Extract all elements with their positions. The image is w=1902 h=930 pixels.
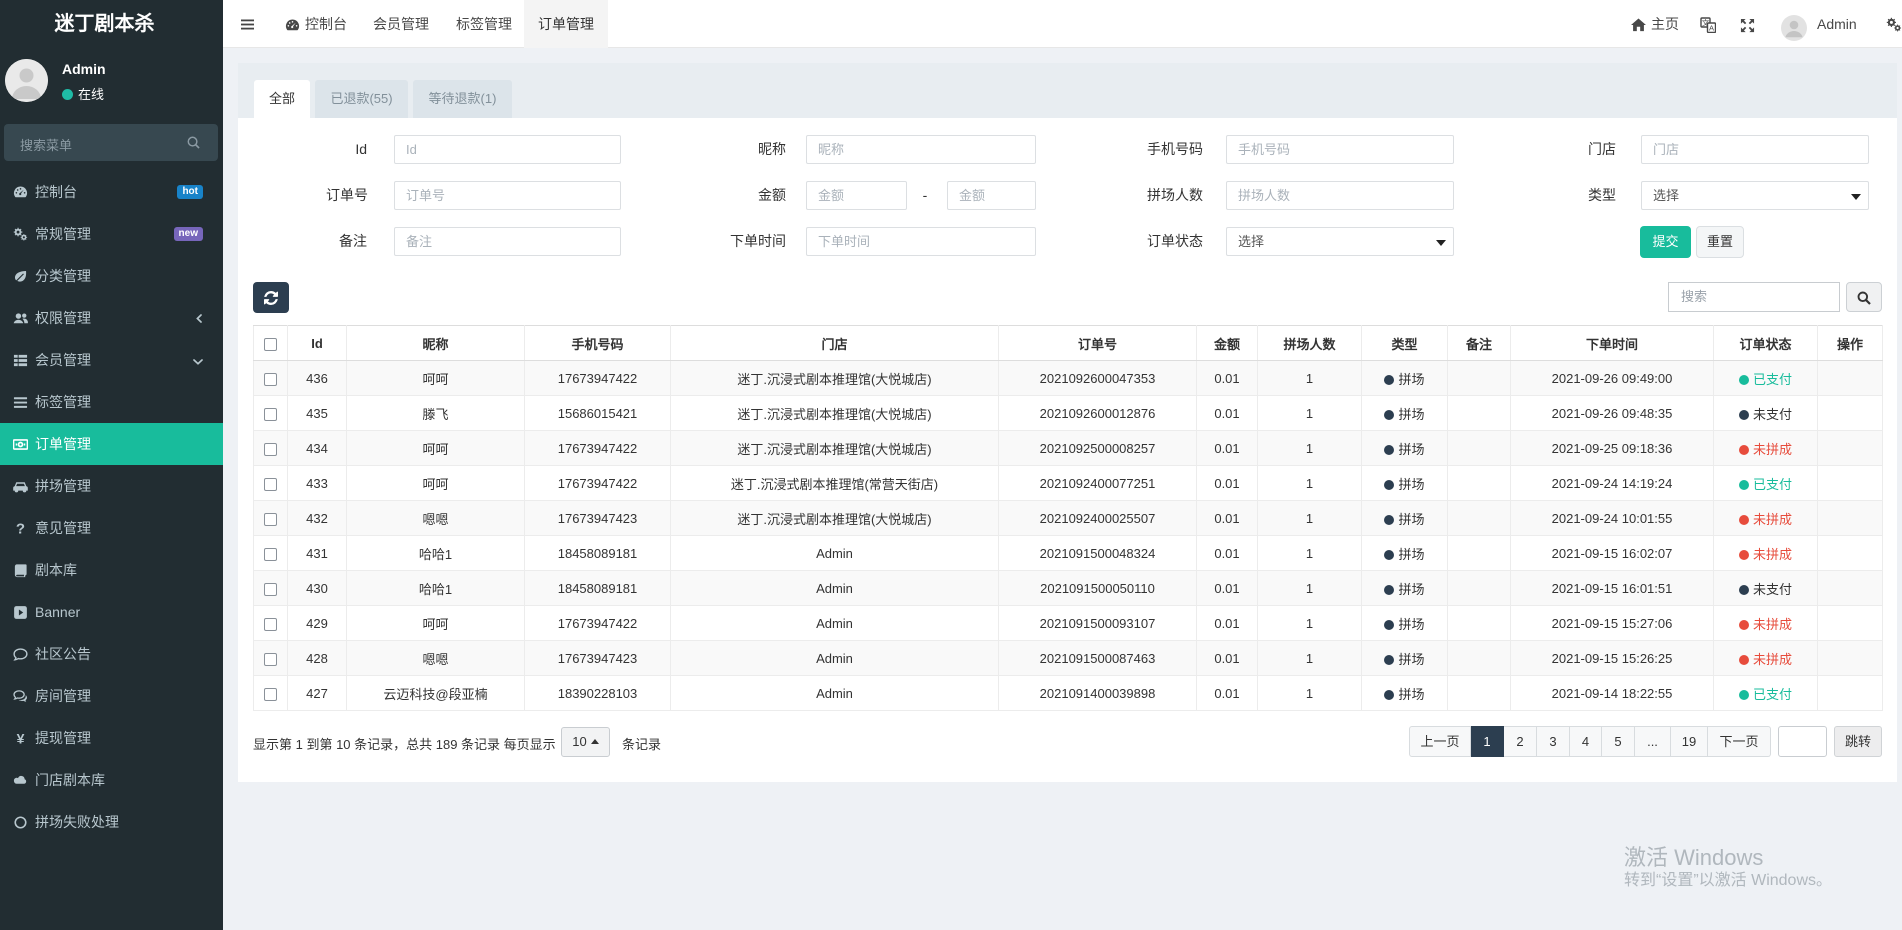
svg-text:¥: ¥ — [17, 731, 25, 746]
svg-text:A: A — [1709, 24, 1714, 33]
svg-text:?: ? — [16, 521, 25, 536]
